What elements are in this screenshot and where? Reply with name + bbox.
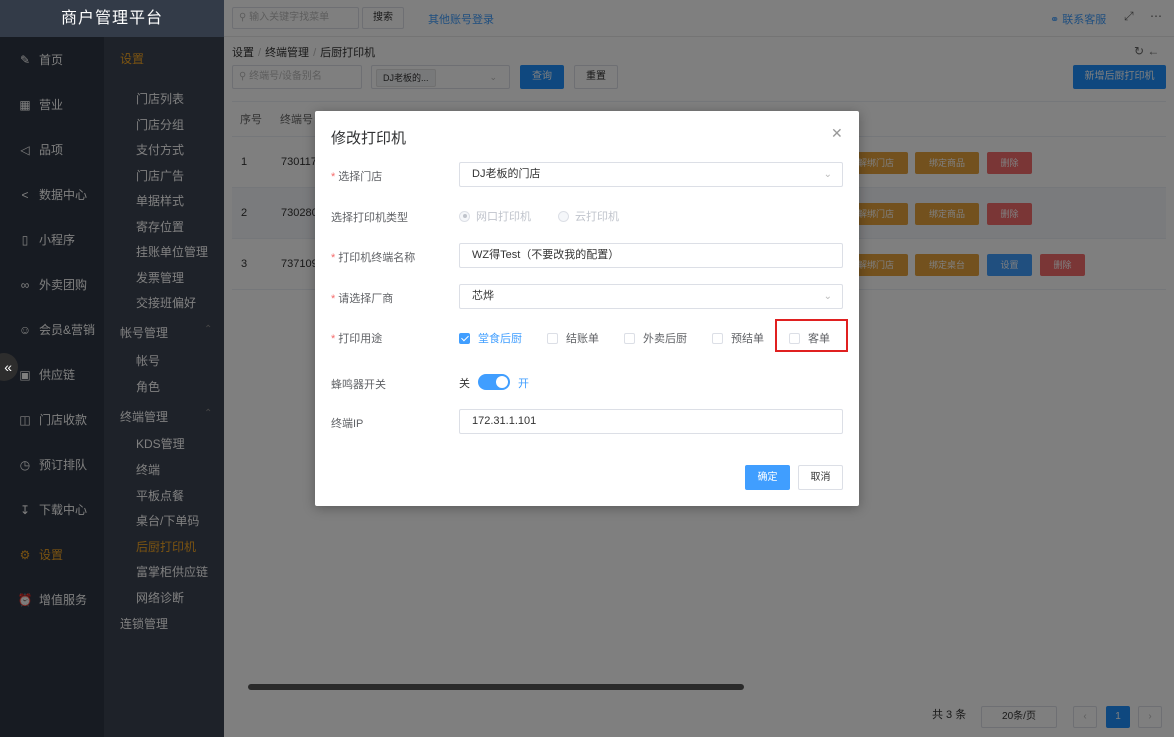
buzzer-toggle[interactable]	[478, 374, 510, 390]
store-label-text: 选择门店	[338, 171, 383, 183]
buzzer-label: 蜂鸣器开关	[331, 379, 386, 391]
chevron-down-icon: ⌄	[823, 291, 832, 302]
radio-network-printer[interactable]: 网口打印机	[459, 208, 531, 224]
usage-dine-in-kitchen-checkbox[interactable]: 堂食后厨	[459, 330, 522, 346]
vendor-value: 芯烨	[472, 290, 494, 302]
printer-name-label-text: 打印机终端名称	[338, 252, 416, 264]
usage-label: * 打印用途	[331, 333, 383, 345]
radio-cloud-printer[interactable]: 云打印机	[558, 208, 619, 224]
store-label: * 选择门店	[331, 171, 383, 183]
buzzer-off-label: 关	[459, 378, 470, 390]
dialog-title: 修改打印机	[331, 130, 407, 147]
usage-label-text: 打印用途	[338, 333, 383, 345]
app-title: 商户管理平台	[0, 0, 224, 37]
store-value: DJ老板的门店	[472, 168, 541, 180]
ip-label: 终端IP	[331, 418, 364, 430]
printer-name-label: * 打印机终端名称	[331, 252, 416, 264]
radio-label: 网口打印机	[476, 211, 531, 223]
usage-checkout-checkbox[interactable]: 结账单	[547, 330, 599, 346]
cancel-button[interactable]: 取消	[798, 465, 843, 490]
ip-input[interactable]: 172.31.1.101	[459, 409, 843, 434]
checkbox-label: 外卖后厨	[643, 333, 687, 345]
printer-type-label: 选择打印机类型	[331, 212, 408, 224]
usage-takeout-kitchen-checkbox[interactable]: 外卖后厨	[624, 330, 687, 346]
edit-printer-dialog: 修改打印机 ✕ * 选择门店 DJ老板的门店 ⌄ 选择打印机类型 网口打印机 云打印…	[315, 111, 859, 506]
vendor-label-text: 请选择厂商	[338, 293, 394, 305]
buzzer-on-label: 开	[518, 378, 529, 390]
checkbox-label: 结账单	[566, 333, 599, 345]
vendor-select[interactable]: 芯烨 ⌄	[459, 284, 843, 309]
checkbox-label: 预结单	[731, 333, 764, 345]
highlight-box	[775, 319, 848, 352]
chevron-down-icon: ⌄	[823, 169, 832, 180]
printer-name-input[interactable]: WZ得Test（不要改我的配置）	[459, 243, 843, 268]
radio-label: 云打印机	[575, 211, 619, 223]
usage-pre-bill-checkbox[interactable]: 预结单	[712, 330, 764, 346]
close-icon[interactable]: ✕	[831, 125, 843, 142]
confirm-button[interactable]: 确定	[745, 465, 790, 490]
checkbox-label: 堂食后厨	[478, 333, 522, 345]
store-select[interactable]: DJ老板的门店 ⌄	[459, 162, 843, 187]
vendor-label: * 请选择厂商	[331, 293, 394, 305]
